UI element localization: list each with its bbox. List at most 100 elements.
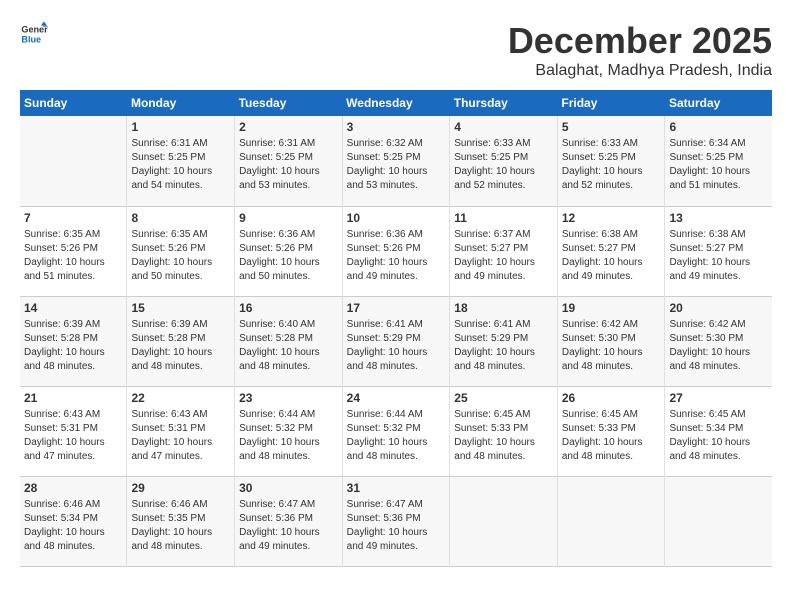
day-info: Sunrise: 6:39 AMSunset: 5:28 PMDaylight:… [131,318,230,374]
day-number: 25 [454,391,553,405]
day-number: 29 [131,481,230,495]
svg-text:Blue: Blue [21,34,41,44]
day-info: Sunrise: 6:45 AMSunset: 5:33 PMDaylight:… [562,408,661,464]
day-info: Sunrise: 6:33 AMSunset: 5:25 PMDaylight:… [454,137,553,193]
day-number: 4 [454,120,553,134]
day-number: 16 [239,301,338,315]
calendar-cell: 11 Sunrise: 6:37 AMSunset: 5:27 PMDayligh… [450,206,558,296]
day-info: Sunrise: 6:32 AMSunset: 5:25 PMDaylight:… [347,137,446,193]
header-monday: Monday [127,90,235,116]
calendar-cell: 3 Sunrise: 6:32 AMSunset: 5:25 PMDaylight… [342,116,450,206]
calendar-cell: 2 Sunrise: 6:31 AMSunset: 5:25 PMDaylight… [235,116,343,206]
day-info: Sunrise: 6:45 AMSunset: 5:33 PMDaylight:… [454,408,553,464]
day-number: 10 [347,211,446,225]
day-info: Sunrise: 6:46 AMSunset: 5:35 PMDaylight:… [131,498,230,554]
calendar-cell [557,476,665,566]
day-info: Sunrise: 6:35 AMSunset: 5:26 PMDaylight:… [131,228,230,284]
calendar-cell: 4 Sunrise: 6:33 AMSunset: 5:25 PMDaylight… [450,116,558,206]
day-info: Sunrise: 6:44 AMSunset: 5:32 PMDaylight:… [347,408,446,464]
day-number: 21 [24,391,122,405]
day-number: 26 [562,391,661,405]
day-number: 28 [24,481,122,495]
day-info: Sunrise: 6:44 AMSunset: 5:32 PMDaylight:… [239,408,338,464]
calendar-cell [450,476,558,566]
day-number: 8 [131,211,230,225]
day-info: Sunrise: 6:38 AMSunset: 5:27 PMDaylight:… [669,228,768,284]
calendar-table: SundayMondayTuesdayWednesdayThursdayFrid… [20,90,772,567]
day-info: Sunrise: 6:43 AMSunset: 5:31 PMDaylight:… [131,408,230,464]
calendar-cell: 29 Sunrise: 6:46 AMSunset: 5:35 PMDayligh… [127,476,235,566]
day-number: 23 [239,391,338,405]
day-info: Sunrise: 6:43 AMSunset: 5:31 PMDaylight:… [24,408,122,464]
calendar-cell: 1 Sunrise: 6:31 AMSunset: 5:25 PMDaylight… [127,116,235,206]
logo: General Blue [20,20,48,48]
day-info: Sunrise: 6:37 AMSunset: 5:27 PMDaylight:… [454,228,553,284]
month-title: December 2025 [508,20,772,62]
calendar-cell: 28 Sunrise: 6:46 AMSunset: 5:34 PMDayligh… [20,476,127,566]
day-info: Sunrise: 6:36 AMSunset: 5:26 PMDaylight:… [347,228,446,284]
day-number: 17 [347,301,446,315]
day-number: 24 [347,391,446,405]
header-friday: Friday [557,90,665,116]
calendar-cell [665,476,772,566]
calendar-week-row: 21 Sunrise: 6:43 AMSunset: 5:31 PMDayligh… [20,386,772,476]
calendar-cell: 14Sunrise: 6:39 AMSunset: 5:28 PMDayligh… [20,296,127,386]
calendar-cell: 25 Sunrise: 6:45 AMSunset: 5:33 PMDayligh… [450,386,558,476]
calendar-cell: 24 Sunrise: 6:44 AMSunset: 5:32 PMDayligh… [342,386,450,476]
calendar-week-row: 1 Sunrise: 6:31 AMSunset: 5:25 PMDaylight… [20,116,772,206]
day-info: Sunrise: 6:47 AMSunset: 5:36 PMDaylight:… [347,498,446,554]
calendar-cell: 6 Sunrise: 6:34 AMSunset: 5:25 PMDaylight… [665,116,772,206]
header-tuesday: Tuesday [235,90,343,116]
day-info: Sunrise: 6:47 AMSunset: 5:36 PMDaylight:… [239,498,338,554]
logo-icon: General Blue [20,20,48,48]
day-number: 19 [562,301,661,315]
day-info: Sunrise: 6:33 AMSunset: 5:25 PMDaylight:… [562,137,661,193]
day-info: Sunrise: 6:46 AMSunset: 5:34 PMDaylight:… [24,498,122,554]
day-number: 31 [347,481,446,495]
day-info: Sunrise: 6:45 AMSunset: 5:34 PMDaylight:… [669,408,768,464]
day-number: 3 [347,120,446,134]
header-thursday: Thursday [450,90,558,116]
location-subtitle: Balaghat, Madhya Pradesh, India [508,62,772,80]
calendar-cell: 19 Sunrise: 6:42 AMSunset: 5:30 PMDayligh… [557,296,665,386]
calendar-cell: 13Sunrise: 6:38 AMSunset: 5:27 PMDayligh… [665,206,772,296]
calendar-cell: 30Sunrise: 6:47 AMSunset: 5:36 PMDayligh… [235,476,343,566]
day-info: Sunrise: 6:38 AMSunset: 5:27 PMDaylight:… [562,228,661,284]
day-info: Sunrise: 6:42 AMSunset: 5:30 PMDaylight:… [562,318,661,374]
day-number: 9 [239,211,338,225]
header-sunday: Sunday [20,90,127,116]
day-info: Sunrise: 6:34 AMSunset: 5:25 PMDaylight:… [669,137,768,193]
calendar-week-row: 28 Sunrise: 6:46 AMSunset: 5:34 PMDayligh… [20,476,772,566]
day-number: 6 [669,120,768,134]
calendar-header-row: SundayMondayTuesdayWednesdayThursdayFrid… [20,90,772,116]
day-number: 22 [131,391,230,405]
calendar-week-row: 7 Sunrise: 6:35 AMSunset: 5:26 PMDaylight… [20,206,772,296]
day-number: 11 [454,211,553,225]
header-wednesday: Wednesday [342,90,450,116]
day-number: 5 [562,120,661,134]
day-info: Sunrise: 6:35 AMSunset: 5:26 PMDaylight:… [24,228,122,284]
header: General Blue December 2025 Balaghat, Mad… [20,20,772,80]
day-info: Sunrise: 6:40 AMSunset: 5:28 PMDaylight:… [239,318,338,374]
day-number: 12 [562,211,661,225]
calendar-cell: 7 Sunrise: 6:35 AMSunset: 5:26 PMDaylight… [20,206,127,296]
day-info: Sunrise: 6:41 AMSunset: 5:29 PMDaylight:… [454,318,553,374]
day-info: Sunrise: 6:31 AMSunset: 5:25 PMDaylight:… [239,137,338,193]
calendar-cell: 9Sunrise: 6:36 AMSunset: 5:26 PMDaylight… [235,206,343,296]
calendar-cell: 17Sunrise: 6:41 AMSunset: 5:29 PMDayligh… [342,296,450,386]
day-number: 1 [131,120,230,134]
day-number: 7 [24,211,122,225]
title-area: December 2025 Balaghat, Madhya Pradesh, … [508,20,772,80]
day-info: Sunrise: 6:31 AMSunset: 5:25 PMDaylight:… [131,137,230,193]
calendar-cell: 15Sunrise: 6:39 AMSunset: 5:28 PMDayligh… [127,296,235,386]
calendar-cell: 23 Sunrise: 6:44 AMSunset: 5:32 PMDayligh… [235,386,343,476]
day-number: 2 [239,120,338,134]
calendar-cell: 5 Sunrise: 6:33 AMSunset: 5:25 PMDaylight… [557,116,665,206]
calendar-cell: 8 Sunrise: 6:35 AMSunset: 5:26 PMDaylight… [127,206,235,296]
calendar-cell: 20Sunrise: 6:42 AMSunset: 5:30 PMDayligh… [665,296,772,386]
header-saturday: Saturday [665,90,772,116]
day-number: 14 [24,301,122,315]
calendar-cell: 27Sunrise: 6:45 AMSunset: 5:34 PMDayligh… [665,386,772,476]
calendar-cell: 31 Sunrise: 6:47 AMSunset: 5:36 PMDayligh… [342,476,450,566]
calendar-week-row: 14 Sunrise: 6:39 AMSunset: 5:28 PMDayligh… [20,296,772,386]
